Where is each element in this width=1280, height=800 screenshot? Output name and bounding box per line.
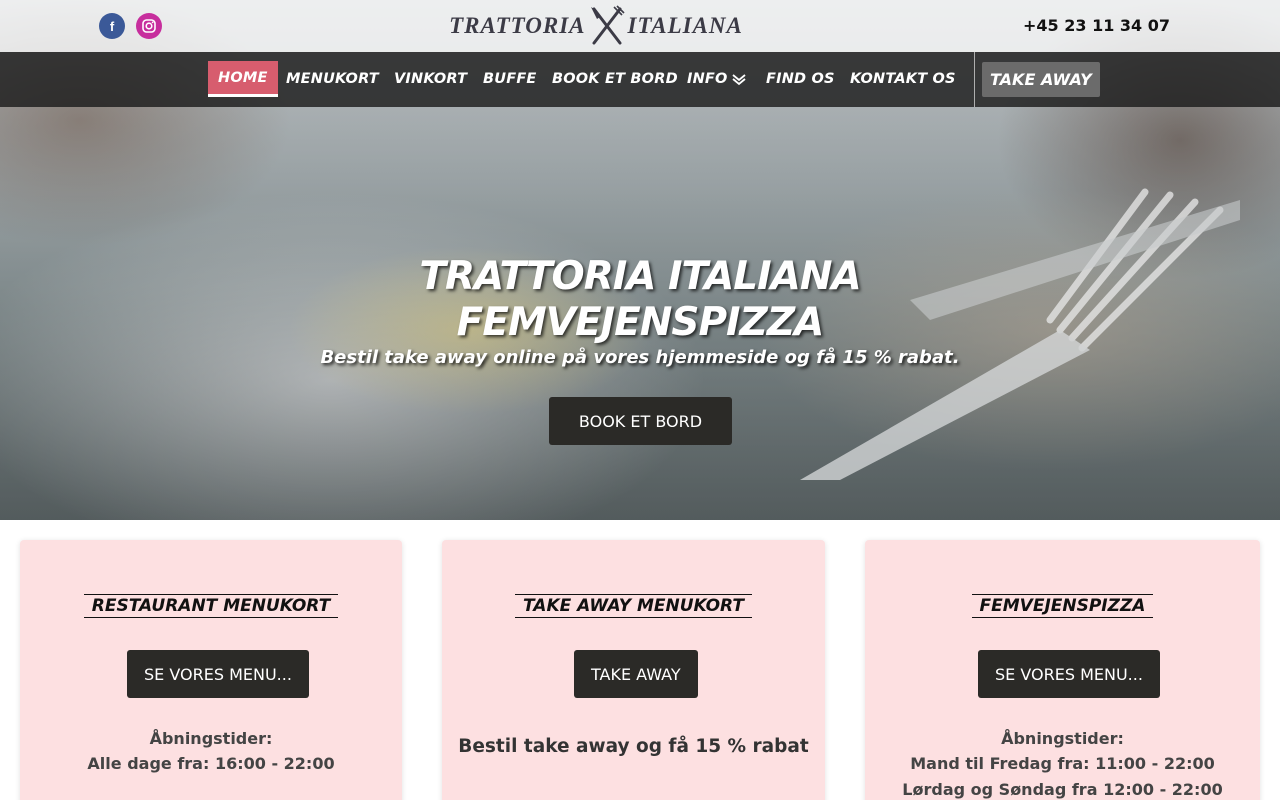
- nav-item-find-os[interactable]: FIND OS: [766, 61, 835, 97]
- opening-hours-line: Alle dage fra: 16:00 - 22:00: [87, 754, 335, 773]
- femvejenspizza-card: FEMVEJENSPIZZA SE VORES MENU... Åbningst…: [865, 540, 1260, 800]
- nav-item-menukort[interactable]: MENUKORT: [286, 61, 379, 97]
- take-away-menu-card: TAKE AWAY MENUKORT TAKE AWAY Bestil take…: [442, 540, 825, 800]
- crossed-cutlery-icon: [590, 5, 625, 45]
- main-navigation: HOME MENUKORT VINKORT BUFFE BOOK ET BORD…: [0, 52, 1280, 107]
- hero-subtitle: Bestil take away online på vores hjemmes…: [320, 347, 960, 368]
- hero-title-line-1: TRATTORIA ITALIANA: [419, 254, 861, 299]
- logo-text-left: TRATTORIA: [449, 13, 586, 38]
- nav-item-info[interactable]: INFO: [687, 61, 747, 97]
- opening-hours-label: Åbningstider:: [149, 729, 273, 748]
- nav-divider: [974, 52, 975, 107]
- book-table-button[interactable]: BOOK ET BORD: [549, 397, 732, 445]
- phone-number-link[interactable]: +45 23 11 34 07: [1023, 16, 1170, 35]
- chevron-down-icon: [731, 74, 746, 86]
- see-menu-button[interactable]: SE VORES MENU...: [978, 650, 1160, 698]
- card-title-text: FEMVEJENSPIZZA: [971, 594, 1154, 618]
- take-away-nav-button[interactable]: TAKE AWAY: [982, 62, 1100, 97]
- nav-item-home[interactable]: HOME: [208, 61, 278, 97]
- opening-hours-line: Mand til Fredag fra: 11:00 - 22:00: [910, 754, 1215, 773]
- top-bar: f TRATTORIA ITALIANA +45 23 11 34 07: [0, 0, 1280, 52]
- facebook-icon[interactable]: f: [99, 13, 125, 39]
- card-title: TAKE AWAY MENUKORT: [442, 594, 825, 618]
- card-title: FEMVEJENSPIZZA: [865, 594, 1260, 618]
- instagram-glyph: [142, 19, 156, 33]
- instagram-icon[interactable]: [136, 13, 162, 39]
- nav-item-vinkort[interactable]: VINKORT: [394, 61, 467, 97]
- card-title-text: RESTAURANT MENUKORT: [83, 594, 339, 618]
- see-menu-button[interactable]: SE VORES MENU...: [127, 650, 309, 698]
- take-away-discount-text: Bestil take away og få 15 % rabat: [458, 736, 809, 757]
- site-logo[interactable]: TRATTORIA ITALIANA: [446, 4, 746, 48]
- restaurant-menu-card: RESTAURANT MENUKORT SE VORES MENU... Åbn…: [20, 540, 402, 800]
- nav-item-info-label: INFO: [687, 71, 728, 87]
- hero-title-line-2: FEMVEJENSPIZZA: [456, 300, 825, 345]
- opening-hours-line: Lørdag og Søndag fra 12:00 - 22:00: [902, 780, 1223, 799]
- nav-item-buffe[interactable]: BUFFE: [483, 61, 537, 97]
- nav-item-book-et-bord[interactable]: BOOK ET BORD: [552, 61, 678, 97]
- card-title: RESTAURANT MENUKORT: [20, 594, 402, 618]
- card-title-text: TAKE AWAY MENUKORT: [515, 594, 752, 618]
- logo-text-right: ITALIANA: [627, 13, 743, 38]
- take-away-button[interactable]: TAKE AWAY: [574, 650, 698, 698]
- nav-item-kontakt-os[interactable]: KONTAKT OS: [850, 61, 956, 97]
- opening-hours-label: Åbningstider:: [1001, 729, 1124, 748]
